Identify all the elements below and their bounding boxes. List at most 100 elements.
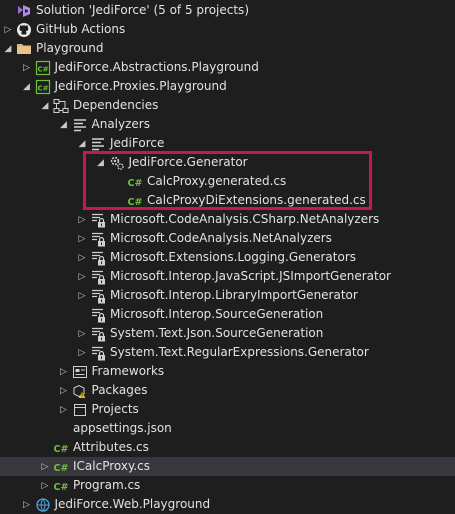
folder-icon bbox=[16, 41, 32, 57]
tree-item-program[interactable]: ▷ C# Program.cs bbox=[0, 476, 455, 495]
collapse-arrow-icon[interactable]: ▷ bbox=[39, 476, 51, 495]
tree-item-label: JediForce bbox=[110, 136, 165, 150]
tree-item-sourcegeneration[interactable]: ▷Microsoft.Interop.SourceGeneration bbox=[0, 305, 455, 324]
tree-item-github-actions[interactable]: ▷ GitHub Actions bbox=[0, 20, 455, 39]
collapse-arrow-icon[interactable]: ▷ bbox=[39, 457, 51, 476]
analyzer-locked-icon bbox=[90, 231, 106, 247]
tree-item-attributes[interactable]: ▷C#Attributes.cs bbox=[0, 438, 455, 457]
expand-arrow-icon[interactable]: ◢ bbox=[95, 153, 107, 172]
collapse-arrow-icon[interactable]: ▷ bbox=[76, 229, 88, 248]
tree-item-appsettings[interactable]: ▷appsettings.json bbox=[0, 419, 455, 438]
tree-item-abstractions-playground[interactable]: ▷ C# JediForce.Abstractions.Playground bbox=[0, 58, 455, 77]
tree-item-playground[interactable]: ◢ Playground bbox=[0, 39, 455, 58]
svg-text:C#: C# bbox=[54, 444, 69, 455]
tree-item-label: Attributes.cs bbox=[73, 440, 149, 454]
tree-item-label: JediForce.Generator bbox=[128, 155, 248, 169]
expand-arrow-icon[interactable]: ◢ bbox=[21, 77, 33, 96]
tree-item-label: appsettings.json bbox=[73, 421, 172, 435]
svg-text:C#: C# bbox=[54, 482, 69, 493]
collapse-arrow-icon[interactable]: ▷ bbox=[76, 286, 88, 305]
tree-item-solution[interactable]: ▷Solution 'JediForce' (5 of 5 projects) bbox=[0, 1, 455, 20]
solution-icon bbox=[16, 3, 32, 19]
tree-item-label: CalcProxy.generated.cs bbox=[147, 174, 287, 188]
analyzer-icon bbox=[90, 136, 106, 152]
tree-item-label: Analyzers bbox=[91, 117, 150, 131]
csharp-project-icon: C# bbox=[35, 79, 51, 95]
package-warning-icon bbox=[72, 383, 88, 399]
csharp-file-icon: C# bbox=[53, 478, 69, 494]
web-project-icon bbox=[35, 497, 51, 513]
analyzer-locked-icon bbox=[90, 269, 106, 285]
tree-item-label: Projects bbox=[91, 402, 139, 416]
csharp-file-icon: C# bbox=[127, 193, 143, 209]
tree-item-icalcproxy[interactable]: ▷ C# ICalcProxy.cs bbox=[0, 457, 455, 476]
tree-item-projects[interactable]: ▷ Projects bbox=[0, 400, 455, 419]
analyzer-locked-icon bbox=[90, 345, 106, 361]
svg-text:C#: C# bbox=[37, 84, 48, 92]
tree-item-label: Microsoft.CodeAnalysis.CSharp.NetAnalyze… bbox=[110, 212, 380, 226]
tree-item-packages[interactable]: ▷ Packages bbox=[0, 381, 455, 400]
tree-item-label: System.Text.RegularExpressions.Generator bbox=[110, 345, 369, 359]
tree-item-label: ICalcProxy.cs bbox=[73, 459, 151, 473]
tree-item-analyzers[interactable]: ◢ Analyzers bbox=[0, 115, 455, 134]
generator-icon bbox=[109, 155, 125, 171]
tree-item-label: Dependencies bbox=[73, 98, 159, 112]
expand-arrow-icon[interactable]: ◢ bbox=[2, 39, 14, 58]
tree-item-label: Solution 'JediForce' (5 of 5 projects) bbox=[36, 3, 249, 17]
tree-item-jsimportgenerator[interactable]: ▷ Microsoft.Interop.JavaScript.JSImportGe… bbox=[0, 267, 455, 286]
tree-item-jediforce-analyzer[interactable]: ◢ JediForce bbox=[0, 134, 455, 153]
collapse-arrow-icon[interactable]: ▷ bbox=[76, 267, 88, 286]
svg-text:C#: C# bbox=[54, 463, 69, 474]
csharp-file-icon: C# bbox=[127, 174, 143, 190]
collapse-arrow-icon[interactable]: ▷ bbox=[76, 248, 88, 267]
json-file-icon bbox=[53, 421, 69, 437]
tree-item-label: Program.cs bbox=[73, 478, 141, 492]
tree-item-logging-generators[interactable]: ▷ Microsoft.Extensions.Logging.Generators bbox=[0, 248, 455, 267]
svg-text:C#: C# bbox=[128, 197, 143, 208]
tree-item-calcproxydiextensions-generated[interactable]: ▷C#CalcProxyDiExtensions.generated.cs bbox=[0, 191, 455, 210]
framework-icon bbox=[72, 364, 88, 380]
tree-item-label: Playground bbox=[36, 41, 104, 55]
expand-arrow-icon[interactable]: ◢ bbox=[76, 134, 88, 153]
dependencies-icon bbox=[53, 98, 69, 114]
tree-item-label: JediForce.Proxies.Playground bbox=[54, 79, 227, 93]
collapse-arrow-icon[interactable]: ▷ bbox=[58, 400, 70, 419]
tree-item-web-playground[interactable]: ▷ JediForce.Web.Playground bbox=[0, 495, 455, 514]
tree-item-calcproxy-generated[interactable]: ▷C#CalcProxy.generated.cs bbox=[0, 172, 455, 191]
tree-item-netanalyzers[interactable]: ▷ Microsoft.CodeAnalysis.NetAnalyzers bbox=[0, 229, 455, 248]
analyzer-locked-icon bbox=[90, 326, 106, 342]
tree-item-jediforce-generator[interactable]: ◢ JediForce.Generator bbox=[0, 153, 455, 172]
github-icon bbox=[16, 22, 32, 38]
collapse-arrow-icon[interactable]: ▷ bbox=[58, 381, 70, 400]
tree-item-libraryimportgenerator[interactable]: ▷ Microsoft.Interop.LibraryImportGenerato… bbox=[0, 286, 455, 305]
tree-item-json-sourcegeneration[interactable]: ▷ System.Text.Json.SourceGeneration bbox=[0, 324, 455, 343]
tree-item-csharp-netanalyzers[interactable]: ▷ Microsoft.CodeAnalysis.CSharp.NetAnalyz… bbox=[0, 210, 455, 229]
analyzer-locked-icon bbox=[90, 250, 106, 266]
collapse-arrow-icon[interactable]: ▷ bbox=[2, 20, 14, 39]
solution-explorer-tree: ▷Solution 'JediForce' (5 of 5 projects)▷… bbox=[0, 0, 455, 512]
svg-text:C#: C# bbox=[128, 178, 143, 189]
tree-item-regex-generator[interactable]: ▷ System.Text.RegularExpressions.Generato… bbox=[0, 343, 455, 362]
expand-arrow-icon[interactable]: ◢ bbox=[58, 115, 70, 134]
expand-arrow-icon[interactable]: ◢ bbox=[39, 96, 51, 115]
collapse-arrow-icon[interactable]: ▷ bbox=[21, 58, 33, 77]
collapse-arrow-icon[interactable]: ▷ bbox=[76, 324, 88, 343]
tree-item-proxies-playground[interactable]: ◢ C# JediForce.Proxies.Playground bbox=[0, 77, 455, 96]
csharp-project-icon: C# bbox=[35, 60, 51, 76]
csharp-file-icon: C# bbox=[53, 440, 69, 456]
tree-item-label: Microsoft.Extensions.Logging.Generators bbox=[110, 250, 357, 264]
analyzer-locked-icon bbox=[90, 288, 106, 304]
tree-item-dependencies[interactable]: ◢ Dependencies bbox=[0, 96, 455, 115]
tree-item-label: Microsoft.Interop.JavaScript.JSImportGen… bbox=[110, 269, 391, 283]
projects-icon bbox=[72, 402, 88, 418]
tree-item-label: Microsoft.Interop.LibraryImportGenerator bbox=[110, 288, 358, 302]
tree-item-label: Microsoft.Interop.SourceGeneration bbox=[110, 307, 324, 321]
collapse-arrow-icon[interactable]: ▷ bbox=[58, 362, 70, 381]
collapse-arrow-icon[interactable]: ▷ bbox=[76, 210, 88, 229]
analyzer-locked-icon bbox=[90, 307, 106, 323]
collapse-arrow-icon[interactable]: ▷ bbox=[21, 495, 33, 514]
tree-item-frameworks[interactable]: ▷ Frameworks bbox=[0, 362, 455, 381]
collapse-arrow-icon[interactable]: ▷ bbox=[76, 343, 88, 362]
tree-item-label: CalcProxyDiExtensions.generated.cs bbox=[147, 193, 366, 207]
tree-item-label: JediForce.Abstractions.Playground bbox=[54, 60, 259, 74]
